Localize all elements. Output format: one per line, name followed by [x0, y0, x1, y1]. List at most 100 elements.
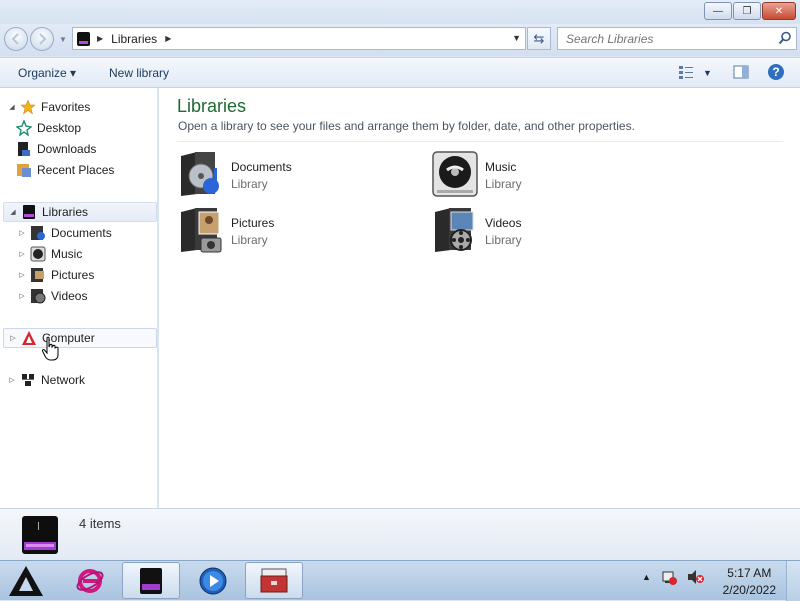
sidebar-item-network[interactable]: ▷ Network	[3, 370, 157, 390]
back-arrow-icon	[11, 33, 19, 45]
clock-date: 2/20/2022	[722, 583, 776, 597]
favorites-star-icon	[20, 99, 36, 115]
libraries-large-icon	[22, 516, 58, 554]
preview-pane-icon	[733, 65, 749, 79]
sidebar-item-label: Libraries	[42, 205, 89, 219]
collapse-arrow-icon[interactable]: ◢	[7, 103, 17, 111]
page-title: Libraries	[177, 96, 247, 116]
command-bar: Organize ▾ New library ▼ ?	[0, 57, 800, 88]
window-controls: — ❐ ✕	[704, 2, 796, 20]
sidebar-item-label: Desktop	[37, 121, 82, 135]
sidebar-item-videos[interactable]: ▷ Videos	[13, 286, 157, 306]
change-view-button[interactable]	[676, 63, 696, 81]
library-tile-documents[interactable]: Documents Library	[177, 150, 417, 200]
minimize-button[interactable]: —	[704, 2, 732, 20]
sidebar-item-label: Recent Places	[37, 163, 115, 177]
libraries-icon	[21, 204, 37, 220]
refresh-button[interactable]: ⇆	[527, 27, 551, 50]
computer-icon	[21, 330, 37, 346]
library-name: Documents	[231, 160, 292, 174]
sidebar-item-label: Pictures	[51, 268, 95, 282]
taskbar-toolbox[interactable]	[245, 562, 303, 599]
sidebar-item-label: Videos	[51, 289, 88, 303]
expand-arrow-icon[interactable]: ▷	[17, 229, 27, 237]
libraries-icon	[140, 567, 162, 594]
network-status-icon[interactable]	[661, 569, 677, 585]
new-library-button[interactable]: New library	[109, 66, 169, 80]
expand-arrow-icon[interactable]: ▷	[17, 292, 27, 300]
internet-explorer-icon	[76, 568, 104, 593]
sidebar-item-computer[interactable]: ▷ Computer	[3, 328, 157, 348]
organize-menu-button[interactable]: Organize ▾	[18, 66, 76, 80]
sidebar-item-desktop[interactable]: Desktop	[13, 118, 157, 138]
forward-button[interactable]	[30, 27, 54, 51]
sidebar-item-downloads[interactable]: Downloads	[13, 139, 157, 159]
recent-pages-dropdown[interactable]: ▼	[59, 35, 67, 44]
libraries-icon	[77, 31, 90, 46]
search-input[interactable]	[566, 31, 766, 46]
divider	[177, 141, 783, 142]
expand-arrow-icon[interactable]: ▷	[17, 250, 27, 258]
desktop-icon	[16, 120, 32, 136]
breadcrumb-arrow-icon[interactable]: ▶	[97, 34, 103, 43]
music-library-icon	[432, 151, 478, 197]
system-tray: ▲	[642, 569, 705, 585]
page-subtitle: Open a library to see your files and arr…	[178, 119, 635, 133]
sidebar-item-label: Downloads	[37, 142, 97, 156]
search-icon[interactable]	[778, 31, 792, 45]
videos-icon	[30, 288, 46, 304]
library-type: Library	[231, 233, 268, 247]
content-pane: Libraries Open a library to see your fil…	[159, 88, 800, 508]
system-clock[interactable]: 5:17 AM 2/20/2022	[723, 565, 776, 599]
hand-cursor-icon	[41, 336, 59, 361]
sidebar-item-favorites[interactable]: ◢ Favorites	[3, 97, 157, 117]
start-button-icon[interactable]	[6, 563, 46, 599]
network-icon	[20, 372, 36, 388]
item-count: 4 items	[79, 516, 121, 531]
breadcrumb-arrow-icon[interactable]: ▶	[165, 34, 171, 43]
library-tile-music[interactable]: Music Library	[431, 150, 671, 200]
library-tile-pictures[interactable]: Pictures Library	[177, 206, 417, 256]
show-desktop-button[interactable]	[786, 561, 800, 601]
preview-pane-button[interactable]	[731, 63, 751, 81]
expand-arrow-icon[interactable]: ▷	[17, 271, 27, 279]
sidebar-item-music[interactable]: ▷ Music	[13, 244, 157, 264]
title-bar: — ❐ ✕	[0, 0, 800, 24]
sidebar-item-documents[interactable]: ▷ Documents	[13, 223, 157, 243]
maximize-button[interactable]: ❐	[733, 2, 761, 20]
sidebar-item-pictures[interactable]: ▷ Pictures	[13, 265, 157, 285]
library-tile-videos[interactable]: Videos Library	[431, 206, 671, 256]
expand-arrow-icon[interactable]: ▷	[7, 376, 17, 384]
address-dropdown-icon[interactable]: ▼	[512, 33, 521, 43]
close-button[interactable]: ✕	[762, 2, 796, 20]
taskbar-windows-explorer[interactable]	[122, 562, 180, 599]
taskbar-media-player[interactable]	[184, 562, 242, 599]
search-box[interactable]	[557, 27, 797, 50]
taskbar-internet-explorer[interactable]	[61, 562, 119, 599]
address-row: ▼ ▶ Libraries ▶ ▼ ⇆	[0, 24, 800, 56]
collapse-arrow-icon[interactable]: ◢	[8, 208, 18, 216]
documents-library-icon	[181, 152, 219, 196]
toolbox-icon	[260, 568, 288, 592]
sidebar-item-libraries[interactable]: ◢ Libraries	[3, 202, 157, 222]
help-button[interactable]: ?	[766, 63, 786, 81]
help-icon: ?	[768, 64, 784, 80]
navigation-pane: ◢ Favorites Desktop Downloads Recent Pla…	[0, 88, 158, 508]
pictures-icon	[30, 267, 46, 283]
forward-arrow-icon	[39, 33, 47, 45]
documents-icon	[30, 225, 46, 241]
show-hidden-icons-button[interactable]: ▲	[642, 572, 651, 582]
sidebar-item-label: Network	[41, 373, 86, 387]
address-bar[interactable]: ▶ Libraries ▶ ▼	[72, 27, 526, 50]
svg-text:?: ?	[772, 65, 779, 79]
videos-library-icon	[435, 208, 474, 252]
back-button[interactable]	[4, 27, 28, 51]
breadcrumb-libraries[interactable]: Libraries	[111, 32, 157, 46]
sidebar-item-recent-places[interactable]: Recent Places	[13, 160, 157, 180]
volume-muted-icon[interactable]	[687, 569, 705, 585]
expand-arrow-icon[interactable]: ▷	[8, 334, 18, 342]
clock-time: 5:17 AM	[727, 566, 772, 580]
view-options-dropdown-icon[interactable]: ▼	[703, 68, 712, 78]
library-type: Library	[231, 177, 268, 191]
library-name: Pictures	[231, 216, 275, 230]
